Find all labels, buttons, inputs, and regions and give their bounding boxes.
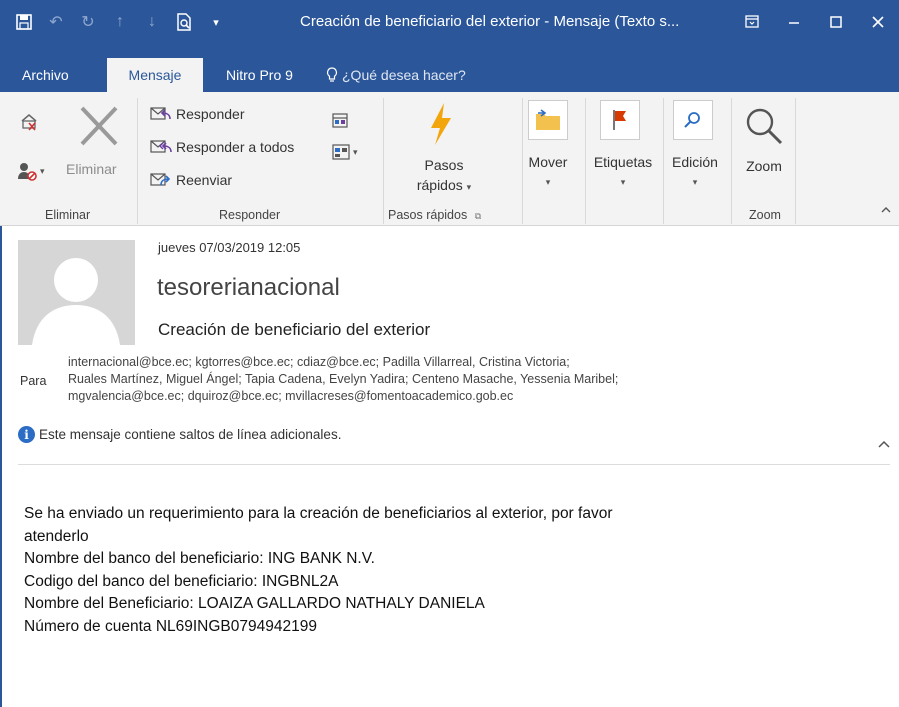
- window-title: Creación de beneficiario del exterior - …: [300, 13, 680, 30]
- window-border: [0, 226, 2, 707]
- zoom-button[interactable]: Zoom: [734, 156, 794, 176]
- recipients-line: internacional@bce.ec; kgtorres@bce.ec; c…: [68, 355, 570, 369]
- tags-button[interactable]: Etiquetas ▾: [586, 152, 660, 192]
- move-label: Mover: [528, 154, 568, 170]
- meeting-icon: [332, 113, 348, 128]
- title-bar: ↶ ↻ ↑ ↓ ▾ Creación de beneficiario del e…: [0, 0, 899, 44]
- forward-button[interactable]: Reenviar: [150, 171, 232, 189]
- recipients-list[interactable]: internacional@bce.ec; kgtorres@bce.ec; c…: [68, 354, 808, 405]
- more-respond-icon: [332, 144, 350, 160]
- dialog-launcher-icon[interactable]: ⧉: [475, 211, 481, 221]
- edit-label: Edición: [672, 154, 718, 170]
- ribbon: ▾ Eliminar Eliminar Responder Responder …: [0, 92, 899, 226]
- flag-icon: [613, 110, 626, 130]
- folder-move-icon: [536, 109, 560, 130]
- to-label: Para: [20, 374, 47, 388]
- magnifier-icon: [746, 108, 783, 145]
- delete-button[interactable]: Eliminar: [66, 161, 117, 177]
- collapse-ribbon-icon[interactable]: [880, 204, 892, 214]
- message-date: jueves 07/03/2019 12:05: [158, 240, 301, 255]
- collapse-header-icon[interactable]: [877, 436, 891, 450]
- body-line: Nombre del Beneficiario: LOAIZA GALLARDO…: [24, 595, 485, 612]
- arrow-down-icon[interactable]: ↓: [138, 8, 166, 36]
- ignore-button[interactable]: [18, 110, 40, 132]
- arrow-up-icon[interactable]: ↑: [106, 8, 134, 36]
- tell-me-box[interactable]: ¿Qué desea hacer?: [318, 58, 474, 92]
- body-line: Se ha enviado un requerimiento para la c…: [24, 505, 613, 522]
- lightning-icon: [431, 103, 451, 145]
- quick-access-toolbar: ↶ ↻ ↑ ↓ ▾: [0, 0, 234, 44]
- tab-mensaje[interactable]: Mensaje: [107, 58, 203, 92]
- junk-icon: [18, 163, 37, 181]
- junk-button[interactable]: ▾: [16, 160, 45, 182]
- reply-button[interactable]: Responder: [150, 105, 245, 123]
- group-label-zoom: Zoom: [749, 208, 781, 222]
- tab-nitro-pro[interactable]: Nitro Pro 9: [218, 58, 301, 92]
- close-icon[interactable]: [857, 0, 899, 44]
- quick-steps-line2: rápidos: [416, 177, 463, 193]
- body-line: Codigo del banco del beneficiario: INGBN…: [24, 572, 339, 590]
- reply-all-button[interactable]: Responder a todos: [150, 138, 294, 156]
- delete-icon: [80, 106, 118, 146]
- info-icon: i: [18, 426, 35, 443]
- forward-icon: [150, 173, 171, 186]
- ribbon-display-options-icon[interactable]: [731, 0, 773, 44]
- tags-icon-wrap[interactable]: [600, 100, 640, 140]
- delete-icon-wrap[interactable]: [74, 104, 124, 148]
- minimize-icon[interactable]: [773, 0, 815, 44]
- sender-name[interactable]: tesorerianacional: [157, 274, 340, 302]
- ignore-icon: [21, 114, 37, 131]
- body-line: atenderlo: [24, 527, 89, 545]
- tell-me-label: ¿Qué desea hacer?: [342, 67, 466, 83]
- recipients-line: mgvalencia@bce.ec; dquiroz@bce.ec; mvill…: [68, 389, 514, 403]
- body-line: Nombre del banco del beneficiario: ING B…: [24, 550, 375, 567]
- print-preview-icon[interactable]: [170, 8, 198, 36]
- customize-toolbar-icon[interactable]: ▾: [202, 8, 230, 36]
- lightbulb-icon: [326, 67, 338, 82]
- quick-steps-line1: Pasos: [424, 157, 464, 173]
- move-icon-wrap[interactable]: [528, 100, 568, 140]
- person-silhouette-icon: [18, 240, 135, 345]
- edit-icon-wrap[interactable]: [673, 100, 713, 140]
- redo-icon[interactable]: ↻: [74, 8, 102, 36]
- meeting-button[interactable]: [332, 112, 348, 128]
- quick-steps-group-text: Pasos rápidos: [388, 208, 468, 222]
- group-label-quick-steps: Pasos rápidos ⧉: [388, 208, 481, 222]
- reply-label: Responder: [176, 106, 245, 122]
- tags-label: Etiquetas: [593, 154, 653, 170]
- forward-label: Reenviar: [176, 172, 233, 188]
- tab-archivo[interactable]: Archivo: [14, 58, 77, 92]
- undo-icon[interactable]: ↶: [42, 8, 70, 36]
- reply-icon: [150, 107, 171, 120]
- ribbon-tabs: Archivo Mensaje Nitro Pro 9 ¿Qué desea h…: [0, 58, 899, 92]
- group-label-responder: Responder: [219, 208, 281, 222]
- message-subject: Creación de beneficiario del exterior: [158, 320, 431, 339]
- info-text: Este mensaje contiene saltos de línea ad…: [39, 427, 342, 442]
- group-label-eliminar: Eliminar: [45, 208, 91, 222]
- message-body[interactable]: Se ha enviado un requerimiento para la c…: [24, 503, 844, 638]
- quick-steps-button[interactable]: Pasos rápidos ▾: [408, 155, 480, 197]
- reply-all-icon: [150, 140, 172, 153]
- zoom-icon-wrap[interactable]: [744, 106, 784, 146]
- info-bar[interactable]: i Este mensaje contiene saltos de línea …: [18, 426, 341, 443]
- more-respond-button[interactable]: ▾: [332, 144, 358, 160]
- move-button[interactable]: Mover ▾: [521, 152, 575, 192]
- maximize-icon[interactable]: [815, 0, 857, 44]
- avatar: [18, 240, 135, 345]
- recipients-line: Ruales Martínez, Miguel Ángel; Tapia Cad…: [68, 372, 619, 386]
- edit-button[interactable]: Edición ▾: [663, 152, 727, 192]
- body-line: Número de cuenta NL69INGB0794942199: [24, 617, 317, 635]
- header-divider: [18, 464, 890, 465]
- save-icon[interactable]: [10, 8, 38, 36]
- find-icon: [684, 112, 700, 128]
- reply-all-label: Responder a todos: [176, 139, 295, 155]
- quick-steps-icon-wrap[interactable]: [428, 102, 454, 146]
